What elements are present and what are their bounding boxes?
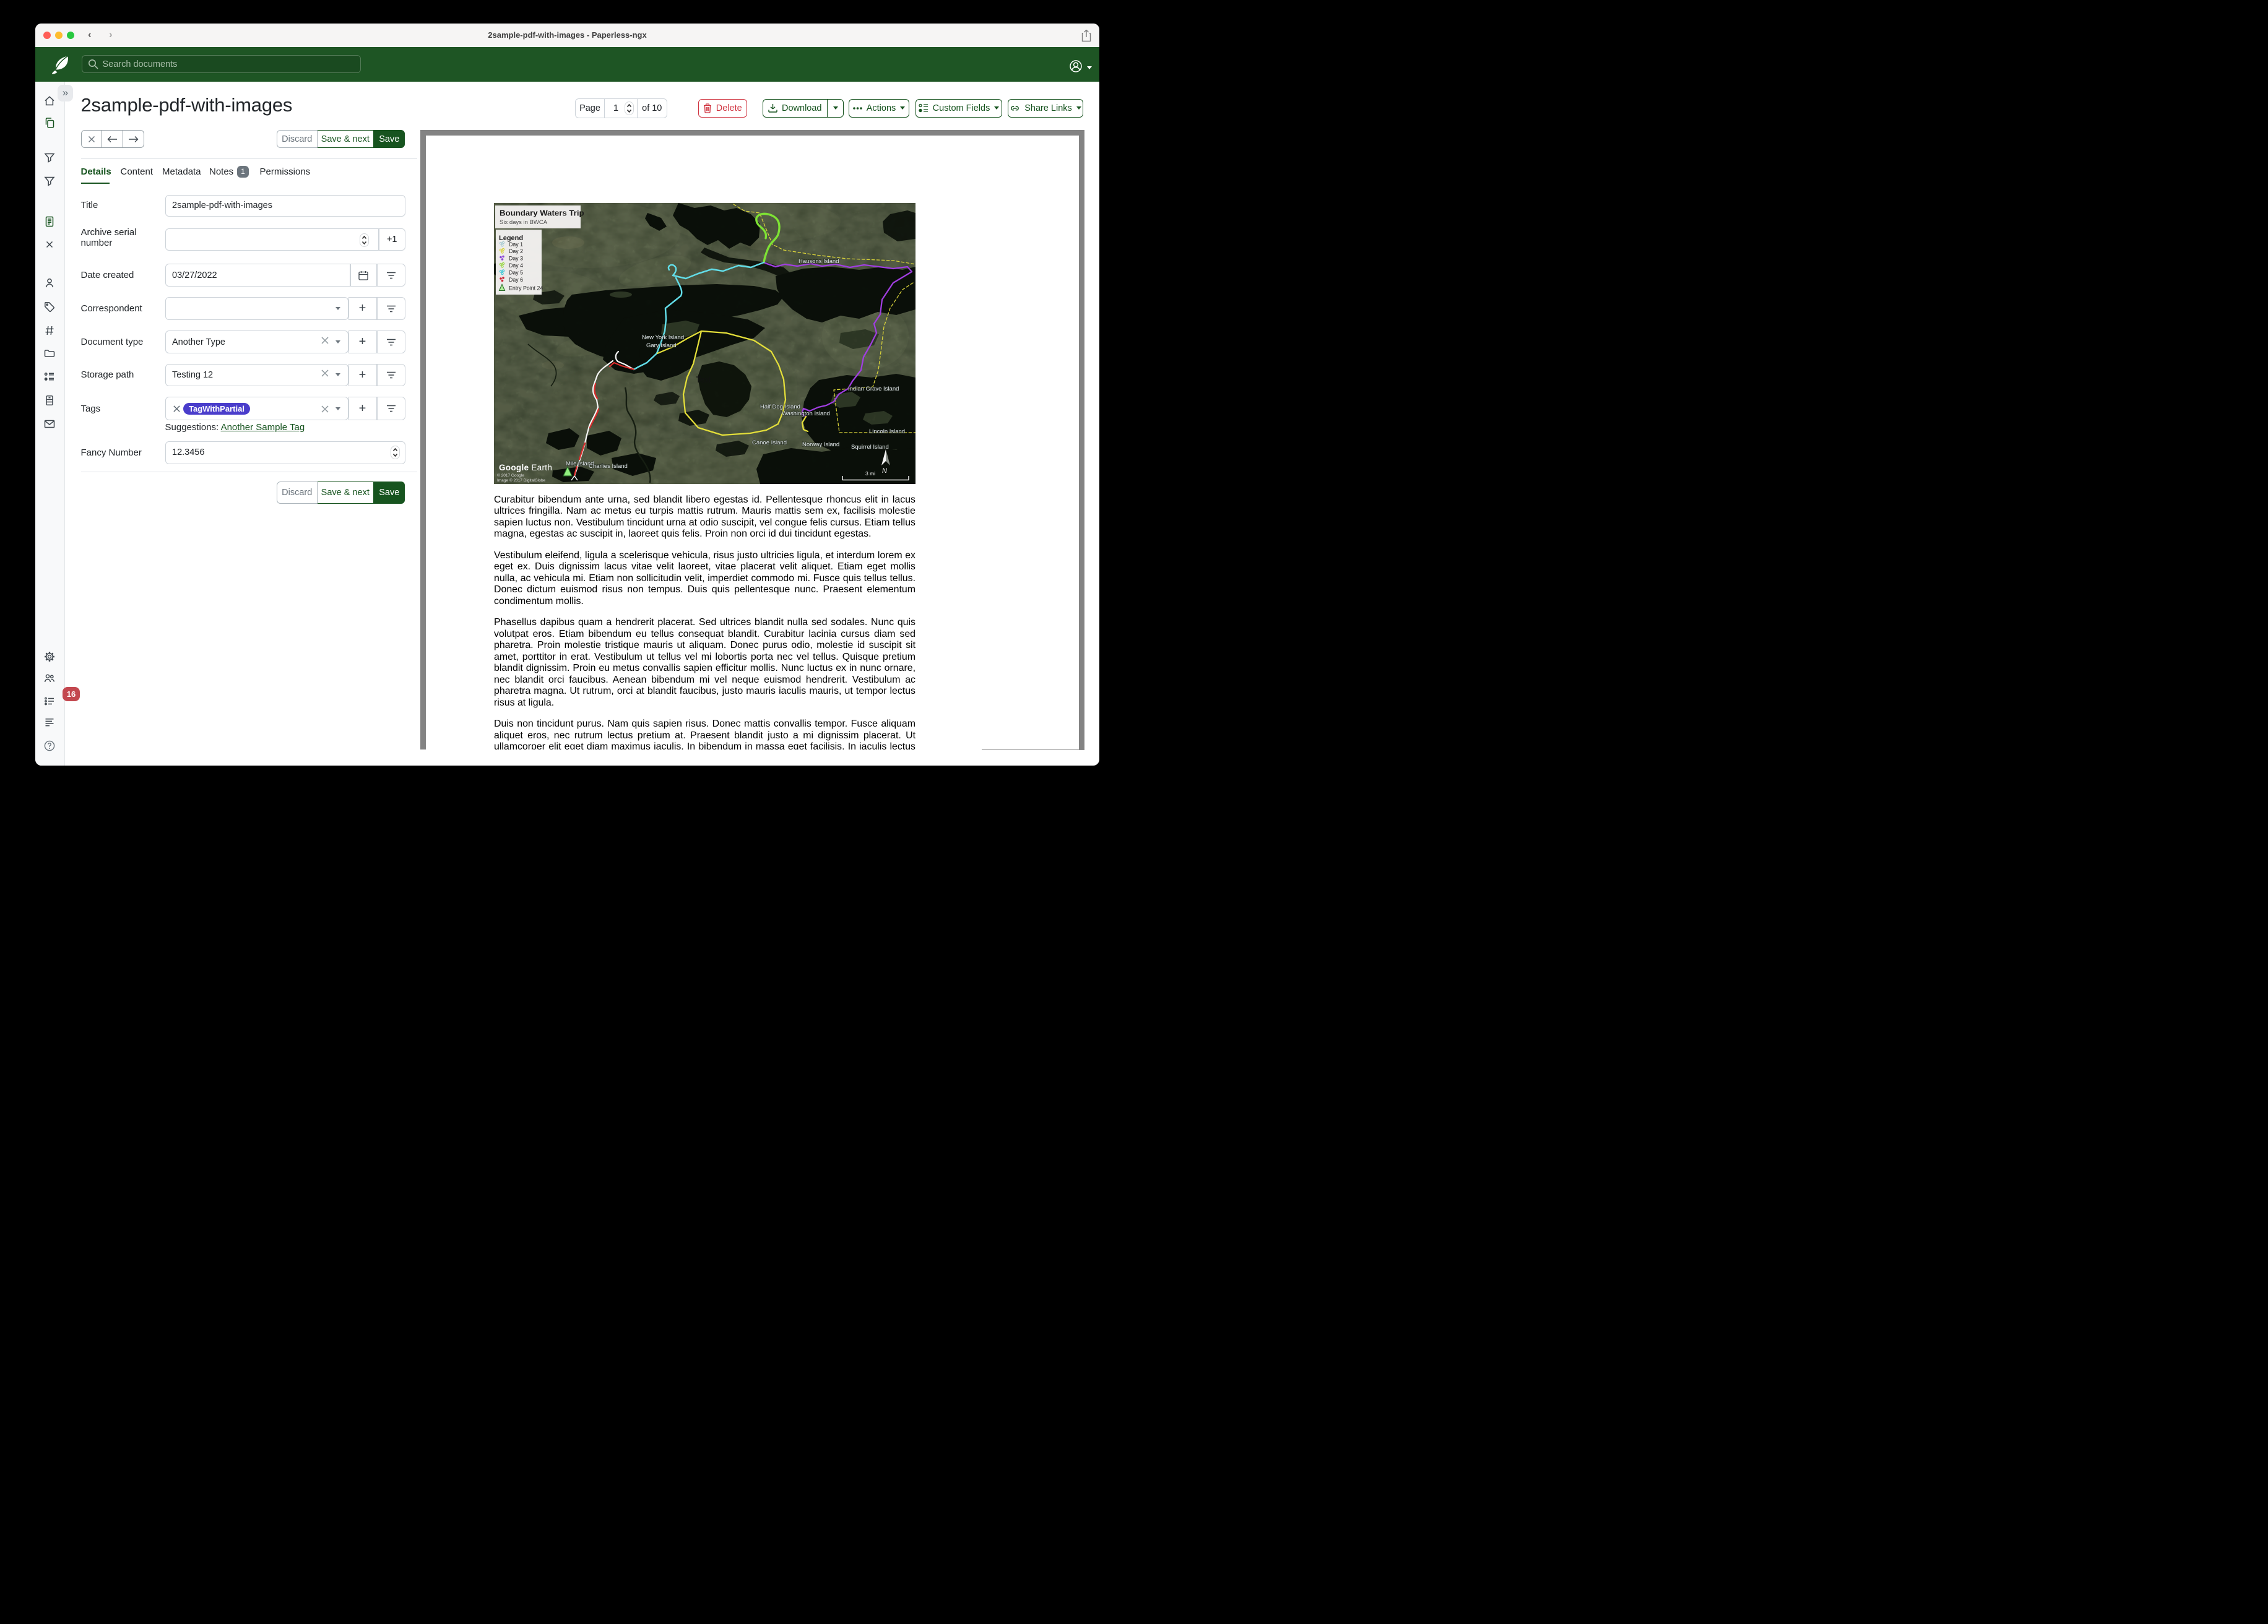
svg-text:Day 3: Day 3 xyxy=(509,255,523,261)
svg-text:Half Dog Island: Half Dog Island xyxy=(760,404,800,410)
svg-text:N: N xyxy=(882,467,887,475)
svg-text:Image © 2017 DigitalGlobe: Image © 2017 DigitalGlobe xyxy=(497,478,546,483)
svg-text:Gary Island: Gary Island xyxy=(646,342,677,349)
svg-text:Canoe Island: Canoe Island xyxy=(752,439,787,446)
svg-text:Boundary Waters Trip: Boundary Waters Trip xyxy=(500,208,584,217)
svg-text:© 2017 Google: © 2017 Google xyxy=(497,473,524,478)
svg-text:Day 5: Day 5 xyxy=(509,269,523,275)
svg-text:Six days in BWCA: Six days in BWCA xyxy=(500,219,548,226)
svg-text:Day 2: Day 2 xyxy=(509,248,523,254)
svg-text:Text: Text xyxy=(696,375,711,384)
svg-text:New York Island: New York Island xyxy=(642,334,684,341)
svg-text:Entry Point 24: Entry Point 24 xyxy=(509,285,543,291)
svg-text:Google Earth: Google Earth xyxy=(499,463,552,472)
svg-text:Norway Island: Norway Island xyxy=(802,441,839,448)
svg-text:Lincoln Island: Lincoln Island xyxy=(869,428,905,435)
svg-text:Washington Island: Washington Island xyxy=(782,410,830,417)
svg-text:Charlies Island: Charlies Island xyxy=(589,463,628,470)
svg-text:Squirrel Island: Squirrel Island xyxy=(851,444,889,451)
svg-text:Day 1: Day 1 xyxy=(509,241,523,248)
svg-text:Hausons Island: Hausons Island xyxy=(799,258,839,265)
svg-text:Day 4: Day 4 xyxy=(509,262,523,269)
svg-text:3 mi: 3 mi xyxy=(865,470,875,477)
svg-text:Day 6: Day 6 xyxy=(509,277,523,283)
svg-text:Indian Grave Island: Indian Grave Island xyxy=(848,386,899,392)
